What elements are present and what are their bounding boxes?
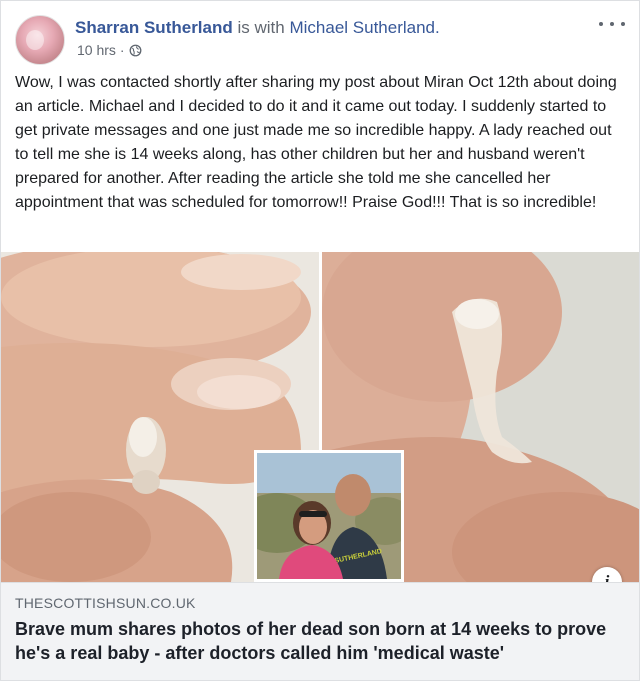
globe-icon[interactable] [129,44,142,57]
post-message: Wow, I was contacted shortly after shari… [15,74,617,211]
author-line: Sharran Sutherland is with Michael Suthe… [75,18,440,38]
meta-separator: · [119,42,125,58]
post-meta: 10 hrs · [77,42,142,58]
author-name-link[interactable]: Sharran Sutherland [75,18,233,37]
author-avatar[interactable] [15,15,65,65]
photo-inset-couple: SUTHERLAND [254,450,404,582]
more-options-icon[interactable] [599,17,625,31]
link-domain: THESCOTTISHSUN.CO.UK [15,595,196,611]
link-preview-image[interactable]: SUTHERLAND i [1,252,639,597]
facebook-post-card: Sharran Sutherland is with Michael Suthe… [0,0,640,681]
tagged-person-link[interactable]: Michael Sutherland. [289,18,439,37]
link-preview[interactable]: THESCOTTISHSUN.CO.UK Brave mum shares ph… [1,582,639,680]
link-headline[interactable]: Brave mum shares photos of her dead son … [15,617,627,665]
post-header: Sharran Sutherland is with Michael Suthe… [1,1,639,67]
with-text: is with [237,18,285,37]
post-timestamp[interactable]: 10 hrs [77,42,116,58]
